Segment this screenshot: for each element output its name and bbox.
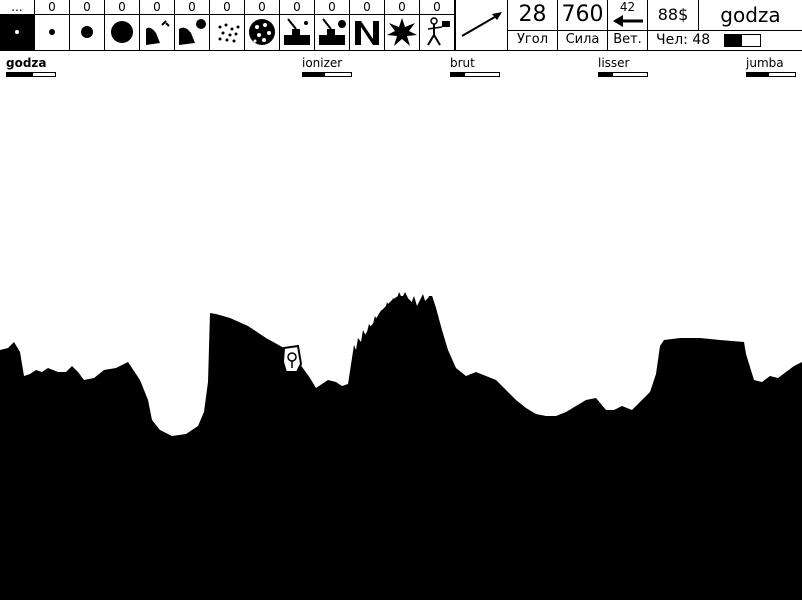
- terrain: [0, 292, 802, 600]
- ground: [0, 296, 802, 600]
- tank-ionizer: [281, 344, 303, 373]
